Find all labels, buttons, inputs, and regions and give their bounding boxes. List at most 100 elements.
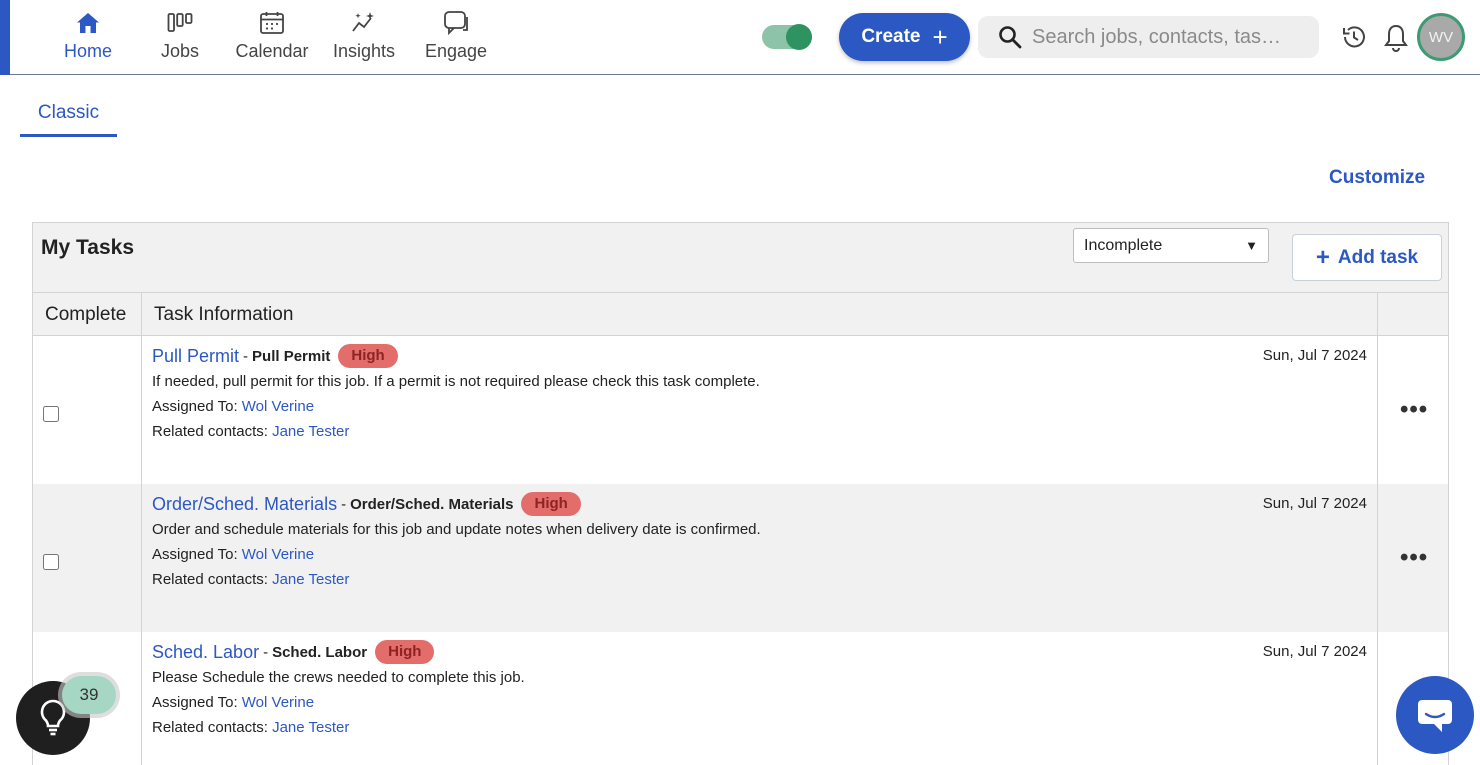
top-navigation-bar: Home Jobs Calendar Insights Engage Creat… [0, 0, 1480, 75]
bell-icon[interactable] [1383, 22, 1409, 52]
complete-cell [33, 484, 142, 632]
priority-badge: High [338, 344, 398, 368]
search-input[interactable] [1032, 25, 1312, 49]
view-toggle-switch[interactable] [762, 24, 812, 50]
related-contacts-line: Related contacts: Jane Tester [152, 719, 349, 736]
task-info-cell: Sched. Labor - Sched. Labor High Sun, Ju… [142, 632, 1378, 765]
plus-icon: + [1315, 243, 1330, 271]
related-contacts-line: Related contacts: Jane Tester [152, 571, 349, 588]
assigned-to-label: Assigned To: [152, 546, 238, 563]
related-contact-link[interactable]: Jane Tester [272, 571, 349, 588]
task-description: Order and schedule materials for this jo… [152, 521, 761, 538]
history-icon[interactable] [1339, 22, 1369, 52]
user-avatar[interactable]: WV [1417, 13, 1465, 61]
related-contact-link[interactable]: Jane Tester [272, 719, 349, 736]
nav-item-home[interactable]: Home [48, 10, 128, 66]
filter-value: Incomplete [1084, 237, 1163, 254]
nav-label-jobs: Jobs [160, 41, 200, 61]
task-due-date: Sun, Jul 7 2024 [1262, 495, 1367, 512]
calendar-icon [260, 12, 284, 34]
nav-label-calendar: Calendar [235, 41, 309, 61]
nav-item-calendar[interactable]: Calendar [232, 10, 312, 66]
tab-classic[interactable]: Classic [20, 92, 117, 137]
actions-cell: ••• [1378, 484, 1448, 632]
global-search[interactable] [978, 16, 1319, 58]
tips-count-badge: 39 [62, 676, 116, 714]
column-header-complete: Complete [33, 293, 142, 336]
task-due-date: Sun, Jul 7 2024 [1262, 643, 1367, 660]
assigned-to-label: Assigned To: [152, 398, 238, 415]
task-row: Order/Sched. Materials - Order/Sched. Ma… [33, 484, 1448, 632]
task-title-line: Order/Sched. Materials - Order/Sched. Ma… [152, 492, 581, 516]
related-contacts-label: Related contacts: [152, 719, 268, 736]
separator: - [263, 643, 269, 661]
jobs-board-icon [167, 13, 193, 32]
panel-title: My Tasks [41, 236, 134, 259]
assigned-to-line: Assigned To: Wol Verine [152, 398, 314, 415]
related-contacts-line: Related contacts: Jane Tester [152, 423, 349, 440]
task-due-date: Sun, Jul 7 2024 [1262, 347, 1367, 364]
task-status-filter[interactable]: Incomplete ▼ [1073, 228, 1269, 263]
nav-label-engage: Engage [424, 41, 488, 61]
related-contacts-label: Related contacts: [152, 571, 268, 588]
task-row: Sched. Labor - Sched. Labor High Sun, Ju… [33, 632, 1448, 765]
priority-badge: High [375, 640, 435, 664]
assigned-to-line: Assigned To: Wol Verine [152, 546, 314, 563]
nav-item-engage[interactable]: Engage [416, 10, 496, 66]
tab-classic-label: Classic [37, 102, 100, 123]
support-chat-button[interactable] [1396, 676, 1474, 754]
more-options-icon[interactable]: ••• [1400, 398, 1428, 422]
related-contact-link[interactable]: Jane Tester [272, 423, 349, 440]
more-options-icon[interactable]: ••• [1400, 546, 1428, 570]
add-task-button[interactable]: + Add task [1292, 234, 1442, 281]
task-complete-checkbox[interactable] [43, 554, 59, 570]
create-button[interactable]: Create + [839, 13, 970, 61]
nav-label-home: Home [63, 41, 112, 61]
assigned-to-label: Assigned To: [152, 694, 238, 711]
create-button-label: Create [861, 26, 921, 47]
my-tasks-panel: My Tasks Incomplete ▼ + Add task Complet… [32, 222, 1449, 765]
actions-cell: ••• [1378, 336, 1448, 484]
customize-link[interactable]: Customize [1329, 167, 1425, 189]
task-complete-checkbox[interactable] [43, 406, 59, 422]
task-description: Please Schedule the crews needed to comp… [152, 669, 525, 686]
search-icon [999, 26, 1022, 49]
add-task-label: Add task [1337, 246, 1419, 268]
plus-icon: + [932, 22, 948, 52]
task-info-cell: Order/Sched. Materials - Order/Sched. Ma… [142, 484, 1378, 632]
nav-item-jobs[interactable]: Jobs [140, 10, 220, 66]
task-row: Pull Permit - Pull Permit High Sun, Jul … [33, 336, 1448, 484]
task-type: Pull Permit [252, 347, 331, 365]
dropdown-caret-icon: ▼ [1245, 238, 1258, 253]
priority-badge: High [521, 492, 581, 516]
avatar-initials: WV [1428, 28, 1454, 46]
related-contacts-label: Related contacts: [152, 423, 268, 440]
task-name-link[interactable]: Sched. Labor [152, 642, 259, 663]
chat-icon [1418, 700, 1452, 732]
home-icon [77, 13, 99, 33]
nav-label-insights: Insights [332, 41, 396, 61]
complete-cell [33, 336, 142, 484]
task-title-line: Pull Permit - Pull Permit High [152, 344, 398, 368]
assignee-link[interactable]: Wol Verine [242, 398, 314, 415]
assignee-link[interactable]: Wol Verine [242, 694, 314, 711]
panel-header: My Tasks Incomplete ▼ + Add task [33, 223, 1448, 293]
task-type: Order/Sched. Materials [350, 495, 514, 513]
separator: - [243, 347, 249, 365]
nav-accent-stripe [0, 0, 10, 75]
task-type: Sched. Labor [272, 643, 368, 661]
column-header-task-information: Task Information [142, 293, 1378, 336]
task-info-cell: Pull Permit - Pull Permit High Sun, Jul … [142, 336, 1378, 484]
nav-item-insights[interactable]: Insights [324, 10, 404, 66]
chat-bubbles-icon [444, 11, 468, 36]
assigned-to-line: Assigned To: Wol Verine [152, 694, 314, 711]
task-name-link[interactable]: Pull Permit [152, 346, 239, 367]
task-name-link[interactable]: Order/Sched. Materials [152, 494, 337, 515]
assignee-link[interactable]: Wol Verine [242, 546, 314, 563]
column-header-actions [1378, 293, 1448, 336]
task-title-line: Sched. Labor - Sched. Labor High [152, 640, 435, 664]
toggle-knob [786, 24, 812, 50]
task-description: If needed, pull permit for this job. If … [152, 373, 760, 390]
insights-icon [352, 12, 374, 32]
separator: - [341, 495, 347, 513]
